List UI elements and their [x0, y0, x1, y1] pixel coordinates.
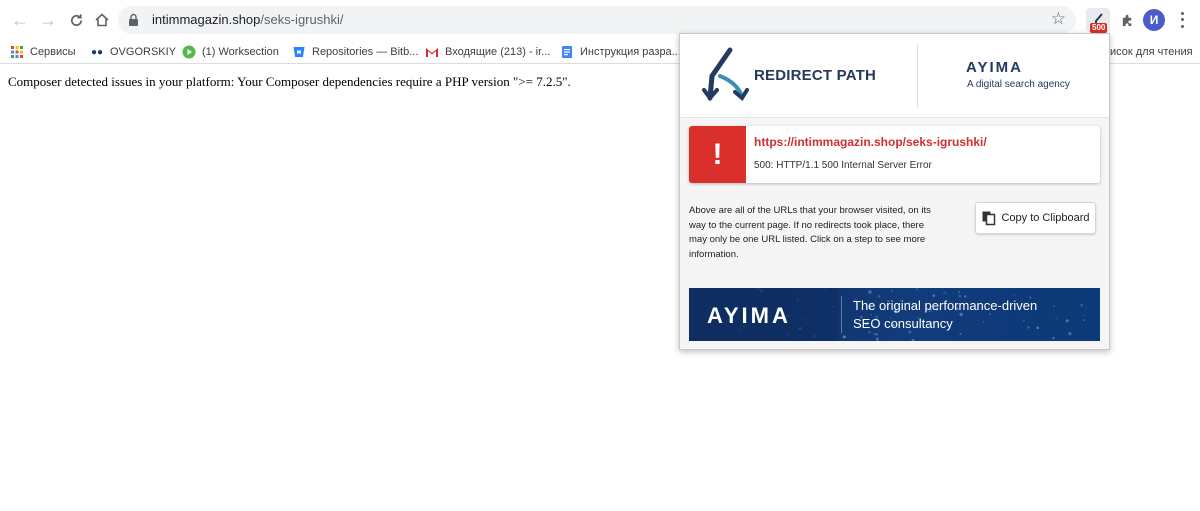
- info-description: Above are all of the URLs that your brow…: [689, 205, 931, 260]
- error-status-icon: !: [689, 126, 746, 183]
- banner-dot: [1053, 305, 1055, 308]
- banner-dot: [982, 321, 985, 323]
- banner-dot: [959, 333, 962, 335]
- banner-dot: [872, 332, 875, 335]
- bookmark-label: OVGORSKIY: [110, 46, 177, 58]
- ovgorskiy-icon: ●●: [90, 46, 104, 58]
- bookmark-label: Сервисы: [30, 46, 76, 58]
- banner-dot: [932, 294, 936, 297]
- bookmark-services[interactable]: Сервисы: [10, 44, 76, 60]
- banner-dot: [1083, 319, 1086, 322]
- banner-dot: [875, 332, 878, 336]
- bookmark-star-icon[interactable]: ☆: [1051, 9, 1066, 29]
- play-circle-icon: [182, 45, 196, 59]
- banner-dot: [1013, 294, 1015, 296]
- bookmark-label: (1) Worksection: [202, 46, 279, 58]
- banner-dot: [943, 292, 945, 294]
- banner-dot: [842, 335, 846, 339]
- banner-wordmark-text: AYIMA: [707, 305, 791, 327]
- banner-dot: [911, 339, 915, 341]
- url-domain: intimmagazin.shop: [152, 12, 261, 27]
- bookmark-ovgorskiy[interactable]: ●● OVGORSKIY: [90, 44, 176, 60]
- banner-dot: [1065, 319, 1069, 323]
- arrow-left-icon: ←: [11, 9, 29, 30]
- banner-dot: [958, 290, 961, 294]
- bookmark-worksection[interactable]: (1) Worksection: [182, 44, 279, 60]
- banner-headline: The original performance-driven: [853, 298, 1038, 313]
- apps-grid-icon: [11, 46, 23, 58]
- home-button[interactable]: [90, 8, 114, 32]
- banner-dot: [915, 288, 918, 291]
- extensions-button[interactable]: [1115, 8, 1139, 32]
- menu-dot: [1180, 11, 1184, 15]
- step-status: 500: HTTP/1.1 500 Internal Server Error: [754, 160, 932, 171]
- banner-dot: [1082, 314, 1084, 316]
- url-path: /seks-igrushki/: [260, 12, 344, 27]
- bookmark-bitbucket[interactable]: Repositories — Bitb...: [292, 44, 418, 60]
- bookmark-docs[interactable]: Инструкция разра...: [560, 44, 681, 60]
- forward-button[interactable]: →: [36, 8, 60, 32]
- banner-dot: [1068, 332, 1072, 336]
- bookmark-label: Repositories — Bitb...: [312, 46, 419, 58]
- arrow-right-icon: →: [39, 9, 57, 30]
- redirect-step-card[interactable]: ! https://intimmagazin.shop/seks-igrushk…: [689, 126, 1100, 183]
- banner-dot: [1080, 304, 1083, 307]
- reload-button[interactable]: [64, 8, 88, 32]
- banner-divider: [841, 296, 842, 333]
- bookmark-reading-list[interactable]: исок для чтения: [1110, 44, 1193, 60]
- puzzle-icon: [1122, 14, 1131, 26]
- back-button[interactable]: ←: [8, 8, 32, 32]
- gmail-icon: [426, 48, 438, 57]
- bookmark-label: исок для чтения: [1110, 46, 1193, 58]
- bitbucket-icon: [293, 47, 305, 57]
- banner-dot: [1055, 317, 1058, 319]
- banner-dot: [868, 331, 871, 334]
- copy-button-label: Copy to Clipboard: [1001, 212, 1090, 224]
- redirect-path-title: REDIRECT PATH: [754, 67, 877, 84]
- home-icon: [95, 13, 109, 27]
- redirect-status-badge: 500: [1090, 23, 1108, 33]
- banner-dot: [989, 313, 991, 315]
- banner-dot: [1052, 337, 1055, 340]
- banner-dot: [891, 289, 893, 292]
- clipboard-icon: [982, 211, 996, 226]
- banner-dot: [1022, 319, 1025, 322]
- lock-icon: [129, 13, 138, 26]
- banner-dot: [875, 337, 880, 341]
- ayima-wordmark-logo: AYIMA: [966, 60, 1023, 74]
- reload-icon: [70, 13, 82, 26]
- ayima-tagline: A digital search agency: [967, 79, 1070, 90]
- bookmark-gmail[interactable]: Входящие (213) - ir...: [425, 44, 550, 60]
- ayima-wordmark-text: AYIMA: [966, 60, 1023, 74]
- bookmark-label: Входящие (213) - ir...: [445, 46, 551, 58]
- banner-ayima-logo: AYIMA: [707, 305, 791, 327]
- bookmark-label: Инструкция разра...: [580, 46, 681, 58]
- header-divider: [917, 44, 918, 108]
- banner-dot: [1027, 326, 1030, 329]
- address-bar[interactable]: intimmagazin.shop/seks-igrushki/ ☆: [118, 6, 1076, 34]
- docs-icon: [562, 46, 572, 58]
- banner-dot: [959, 312, 963, 317]
- banner-subline: SEO consultancy: [853, 316, 953, 331]
- redirect-path-popup: REDIRECT PATH AYIMA A digital search age…: [679, 33, 1110, 350]
- redirect-path-logo-icon: [702, 47, 749, 102]
- composer-error-message: Composer detected issues in your platfor…: [8, 74, 571, 89]
- banner-dot: [944, 291, 947, 294]
- banner-dot: [1036, 326, 1039, 330]
- url-text: intimmagazin.shop/seks-igrushki/: [152, 12, 343, 27]
- popup-header: REDIRECT PATH AYIMA A digital search age…: [680, 34, 1109, 118]
- menu-dot: [1180, 25, 1184, 29]
- profile-avatar[interactable]: И: [1143, 9, 1165, 31]
- menu-dot: [1180, 18, 1184, 22]
- browser-menu-button[interactable]: [1174, 10, 1190, 30]
- banner-dot: [868, 290, 872, 294]
- step-url: https://intimmagazin.shop/seks-igrushki/: [754, 135, 987, 149]
- ayima-promo-banner[interactable]: AYIMA The original performance-driven SE…: [689, 288, 1100, 341]
- copy-to-clipboard-button[interactable]: Copy to Clipboard: [975, 202, 1096, 234]
